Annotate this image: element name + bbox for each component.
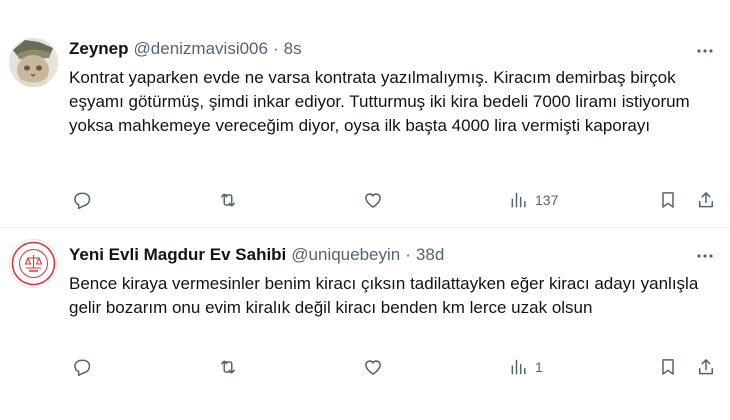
like-button[interactable] bbox=[363, 355, 383, 379]
views-icon bbox=[511, 192, 526, 208]
more-icon[interactable] bbox=[694, 40, 716, 62]
views-button[interactable]: 1 bbox=[509, 355, 543, 379]
tweet-header: Yeni Evli Magdur Ev Sahibi @uniquebeyin … bbox=[69, 243, 444, 267]
tweet-actions: 137 bbox=[69, 188, 722, 212]
tweet-text: Bence kiraya vermesinler benim kiracı çı… bbox=[69, 274, 699, 317]
retweet-button[interactable] bbox=[218, 188, 238, 212]
avatar-logo bbox=[11, 241, 56, 286]
tweet-actions: 1 bbox=[69, 355, 722, 379]
bookmark-button[interactable] bbox=[658, 355, 678, 379]
tweet[interactable]: Yeni Evli Magdur Ev Sahibi @uniquebeyin … bbox=[0, 228, 730, 420]
reply-icon bbox=[74, 192, 91, 210]
user-handle[interactable]: @uniquebeyin bbox=[291, 245, 400, 265]
retweet-button[interactable] bbox=[218, 355, 238, 379]
views-button[interactable]: 137 bbox=[509, 188, 558, 212]
separator-dot: · bbox=[272, 39, 279, 58]
reply-button[interactable] bbox=[72, 355, 92, 379]
timestamp[interactable]: 8s bbox=[284, 39, 302, 59]
avatar[interactable] bbox=[9, 239, 58, 288]
bookmark-button[interactable] bbox=[658, 188, 678, 212]
reply-button[interactable] bbox=[72, 188, 92, 212]
avatar-cat-image bbox=[9, 38, 58, 87]
views-count: 1 bbox=[535, 359, 543, 375]
user-handle[interactable]: @denizmavisi006 bbox=[134, 39, 268, 59]
retweet-icon bbox=[221, 193, 235, 207]
tweet[interactable]: Zeynep @denizmavisi006 · 8s Kontrat yapa… bbox=[0, 0, 730, 228]
tweet-header: Zeynep @denizmavisi006 · 8s bbox=[69, 37, 302, 61]
views-icon bbox=[511, 359, 526, 375]
share-icon bbox=[699, 192, 713, 208]
reply-icon bbox=[74, 359, 91, 377]
bookmark-icon bbox=[662, 359, 674, 375]
more-icon[interactable] bbox=[694, 245, 716, 267]
like-icon bbox=[365, 360, 381, 375]
tweet-text: Kontrat yaparken evde ne varsa kontrata … bbox=[69, 68, 690, 135]
share-icon bbox=[699, 359, 713, 375]
separator-dot: · bbox=[405, 245, 411, 264]
avatar[interactable] bbox=[9, 38, 58, 87]
display-name[interactable]: Zeynep bbox=[69, 39, 129, 59]
share-button[interactable] bbox=[696, 188, 716, 212]
share-button[interactable] bbox=[696, 355, 716, 379]
display-name[interactable]: Yeni Evli Magdur Ev Sahibi bbox=[69, 245, 286, 265]
like-button[interactable] bbox=[363, 188, 383, 212]
bookmark-icon bbox=[662, 192, 674, 208]
timestamp[interactable]: 38d bbox=[416, 245, 444, 265]
retweet-icon bbox=[221, 360, 235, 374]
like-icon bbox=[365, 193, 381, 208]
views-count: 137 bbox=[535, 192, 559, 208]
